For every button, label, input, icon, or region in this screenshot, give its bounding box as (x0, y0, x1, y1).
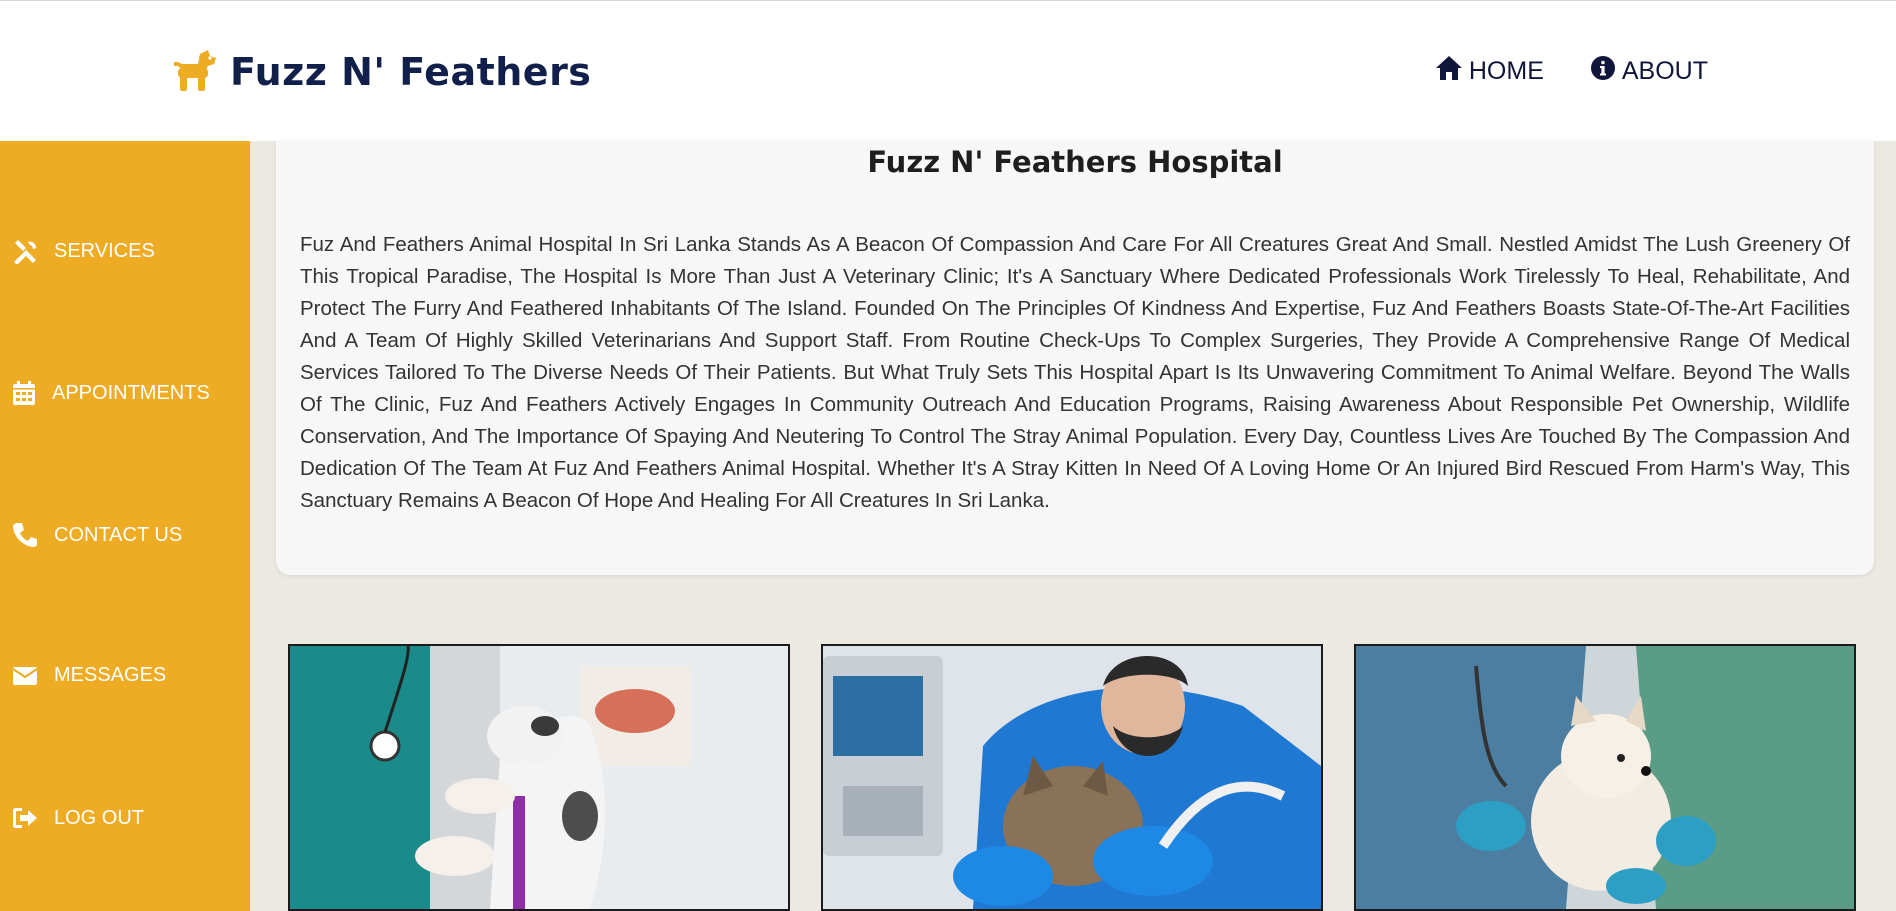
sidebar-item-label: APPOINTMENTS (52, 381, 210, 404)
photo-vets-with-terrier (1354, 644, 1856, 911)
tools-icon (12, 238, 38, 264)
info-circle-icon (1590, 55, 1616, 88)
sign-out-icon (12, 806, 38, 830)
photo-vet-with-dog (288, 644, 790, 911)
photo-vet-with-cat (821, 644, 1323, 911)
sidebar-item-label: LOG OUT (54, 806, 145, 829)
envelope-icon (12, 666, 38, 686)
brand[interactable]: Fuzz N' Feathers (170, 49, 591, 95)
brand-name: Fuzz N' Feathers (230, 50, 592, 94)
nav-home[interactable]: HOME (1435, 55, 1544, 88)
hospital-info-card: Fuzz N' Feathers Hospital Fuz And Feathe… (276, 141, 1874, 575)
top-nav: HOME ABOUT (1435, 55, 1708, 88)
nav-home-label: HOME (1468, 57, 1544, 85)
nav-about-label: ABOUT (1621, 57, 1708, 85)
sidebar: SERVICES APPOINTMENTS CONTACT US MESSAGE… (0, 141, 250, 911)
calendar-icon (12, 380, 36, 406)
page-title: Fuzz N' Feathers Hospital (867, 145, 1283, 179)
top-navbar: Fuzz N' Feathers HOME ABOUT (0, 0, 1896, 141)
phone-icon (12, 522, 38, 548)
sidebar-item-messages[interactable]: MESSAGES (12, 664, 166, 687)
hospital-description: Fuz And Feathers Animal Hospital In Sri … (300, 233, 1850, 512)
dog-icon (170, 48, 218, 96)
sidebar-item-log-out[interactable]: LOG OUT (12, 806, 144, 830)
sidebar-item-label: SERVICES (54, 239, 155, 262)
nav-about[interactable]: ABOUT (1590, 55, 1708, 88)
sidebar-item-label: MESSAGES (54, 664, 167, 686)
sidebar-item-label: CONTACT US (54, 523, 183, 546)
sidebar-item-services[interactable]: SERVICES (12, 238, 155, 264)
sidebar-item-contact-us[interactable]: CONTACT US (12, 522, 182, 548)
sidebar-item-appointments[interactable]: APPOINTMENTS (12, 380, 210, 406)
home-icon (1435, 55, 1463, 88)
